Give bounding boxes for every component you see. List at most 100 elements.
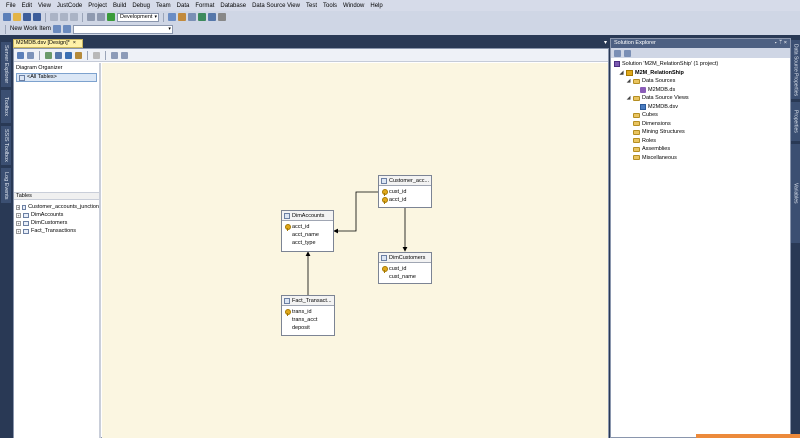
toolbox-tab[interactable]: Toolbox xyxy=(1,90,11,124)
menu-data[interactable]: Data xyxy=(174,3,193,9)
menu-tools[interactable]: Tools xyxy=(320,3,340,9)
entity-fact-transactions[interactable]: Fact_Transact... trans_id trans_acct dep… xyxy=(281,295,335,336)
new-named-calculation-icon[interactable] xyxy=(27,51,34,59)
explore-data-icon[interactable] xyxy=(75,51,82,59)
undo-icon[interactable] xyxy=(87,13,95,21)
show-all-files-icon[interactable] xyxy=(624,49,631,57)
tab-m2mdb-dsv[interactable]: M2MDB.dsv [Design]* × xyxy=(13,39,83,48)
work-item-search-input[interactable]: ▾ xyxy=(72,24,173,34)
menu-debug[interactable]: Debug xyxy=(129,3,153,9)
column-row[interactable]: trans_id xyxy=(285,308,334,316)
properties-icon[interactable] xyxy=(188,13,196,21)
save-all-icon[interactable] xyxy=(33,13,41,21)
tree-node-data-sources[interactable]: ◢ Data Sources xyxy=(611,77,790,86)
arrange-tables-icon[interactable] xyxy=(111,51,118,59)
menu-view[interactable]: View xyxy=(35,3,54,9)
collapse-arrow-icon[interactable]: ◢ xyxy=(626,94,631,103)
entity-dim-customers[interactable]: DimCustomers cust_id cust_name xyxy=(378,252,432,284)
new-work-item-button[interactable]: New Work Item xyxy=(10,26,51,32)
column-row[interactable]: acct_type xyxy=(285,239,333,247)
start-debug-icon[interactable] xyxy=(107,13,115,21)
configuration-select[interactable]: Development ▾ xyxy=(117,12,159,22)
column-row[interactable]: acct_id xyxy=(382,196,431,204)
column-row[interactable]: cust_id xyxy=(382,265,431,273)
document-list-dropdown[interactable]: ▾ xyxy=(604,39,607,46)
menu-window[interactable]: Window xyxy=(340,3,367,9)
list-item[interactable]: + DimAccounts xyxy=(14,211,99,219)
menu-file[interactable]: File xyxy=(3,3,19,9)
cut-icon[interactable] xyxy=(50,13,58,21)
tree-node-roles[interactable]: Roles xyxy=(611,137,790,146)
entity-customer-accounts-junction[interactable]: Customer_acc... cust_id acct_id xyxy=(378,175,432,208)
menu-help[interactable]: Help xyxy=(367,3,385,9)
tree-node-miscellaneous[interactable]: Miscellaneous xyxy=(611,154,790,163)
new-relationship-icon[interactable] xyxy=(45,51,52,59)
variables-tab[interactable]: Variables xyxy=(791,144,800,244)
server-explorer-tab[interactable]: Server Explorer xyxy=(1,42,11,88)
tree-node-cubes[interactable]: Cubes xyxy=(611,111,790,120)
menu-data-source-view[interactable]: Data Source View xyxy=(249,3,303,9)
toolbox-icon[interactable] xyxy=(198,13,206,21)
toolbar-options-icon[interactable] xyxy=(218,13,226,21)
menu-database[interactable]: Database xyxy=(217,3,249,9)
expand-icon[interactable]: + xyxy=(16,204,21,210)
collapse-arrow-icon[interactable]: ◢ xyxy=(619,69,624,78)
tree-node-solution[interactable]: Solution 'M2M_RelationShip' (1 project) xyxy=(611,60,790,69)
tree-node-project[interactable]: ◢ M2M_RelationShip xyxy=(611,69,790,78)
replace-table-icon[interactable] xyxy=(55,51,62,59)
diagram-canvas[interactable]: Customer_acc... cust_id acct_id DimAccou… xyxy=(102,63,608,438)
tree-node-dsv-file[interactable]: M2MDB.dsv xyxy=(611,103,790,112)
delete-icon[interactable] xyxy=(93,51,100,59)
menu-format[interactable]: Format xyxy=(192,3,217,9)
add-remove-tables-icon[interactable] xyxy=(17,51,24,59)
paste-icon[interactable] xyxy=(70,13,78,21)
log-events-tab[interactable]: Log Events xyxy=(1,168,11,204)
list-item[interactable]: + DimCustomers xyxy=(14,219,99,227)
expand-icon[interactable]: + xyxy=(16,220,21,226)
menu-edit[interactable]: Edit xyxy=(19,3,35,9)
close-icon[interactable]: × xyxy=(73,40,76,47)
redo-icon[interactable] xyxy=(97,13,105,21)
column-row[interactable]: trans_acct xyxy=(285,316,334,324)
ssis-toolbox-tab[interactable]: SSIS Toolbox xyxy=(1,126,11,166)
copy-icon[interactable] xyxy=(60,13,68,21)
menu-test[interactable]: Test xyxy=(303,3,320,9)
column-row[interactable]: cust_name xyxy=(382,273,431,281)
save-icon[interactable] xyxy=(23,13,31,21)
new-project-icon[interactable] xyxy=(3,13,11,21)
list-item[interactable]: + Fact_Transactions xyxy=(14,227,99,235)
menu-team[interactable]: Team xyxy=(153,3,174,9)
properties-icon[interactable] xyxy=(614,49,621,57)
open-file-icon[interactable] xyxy=(13,13,21,21)
tree-node-dimensions[interactable]: Dimensions xyxy=(611,120,790,129)
work-item-icon[interactable] xyxy=(52,25,61,33)
solution-explorer-icon[interactable] xyxy=(178,13,186,21)
collapse-arrow-icon[interactable]: ◢ xyxy=(626,77,631,86)
table-name: DimCustomers xyxy=(31,220,68,226)
column-row[interactable]: cust_id xyxy=(382,188,431,196)
find-icon[interactable] xyxy=(168,13,176,21)
column-row[interactable]: acct_id xyxy=(285,223,333,231)
new-named-query-icon[interactable] xyxy=(65,51,72,59)
tree-node-ds-file[interactable]: M2MDB.ds xyxy=(611,86,790,95)
menu-justcode[interactable]: JustCode xyxy=(54,3,85,9)
zoom-icon[interactable] xyxy=(121,51,128,59)
menu-project[interactable]: Project xyxy=(85,3,110,9)
column-row[interactable]: acct_name xyxy=(285,231,333,239)
tree-node-data-source-views[interactable]: ◢ Data Source Views xyxy=(611,94,790,103)
all-tables-diagram[interactable]: <All Tables> xyxy=(16,73,97,82)
toolbar-separator xyxy=(5,24,6,34)
tree-node-mining-structures[interactable]: Mining Structures xyxy=(611,128,790,137)
column-row[interactable]: deposit xyxy=(285,324,334,332)
expand-icon[interactable]: + xyxy=(16,228,21,234)
team-query-icon[interactable] xyxy=(62,25,71,33)
data-source-properties-tab[interactable]: Data Source Properties xyxy=(791,40,800,100)
entity-dim-accounts[interactable]: DimAccounts acct_id acct_name acct_type xyxy=(281,210,334,252)
menu-build[interactable]: Build xyxy=(110,3,129,9)
list-item[interactable]: + Customer_accounts_junction xyxy=(14,203,99,211)
properties-tab[interactable]: Properties xyxy=(791,102,800,142)
expand-icon[interactable]: + xyxy=(16,212,21,218)
tree-node-assemblies[interactable]: Assemblies xyxy=(611,145,790,154)
panel-controls[interactable]: ▾ ᛘ × xyxy=(774,39,787,48)
object-browser-icon[interactable] xyxy=(208,13,216,21)
